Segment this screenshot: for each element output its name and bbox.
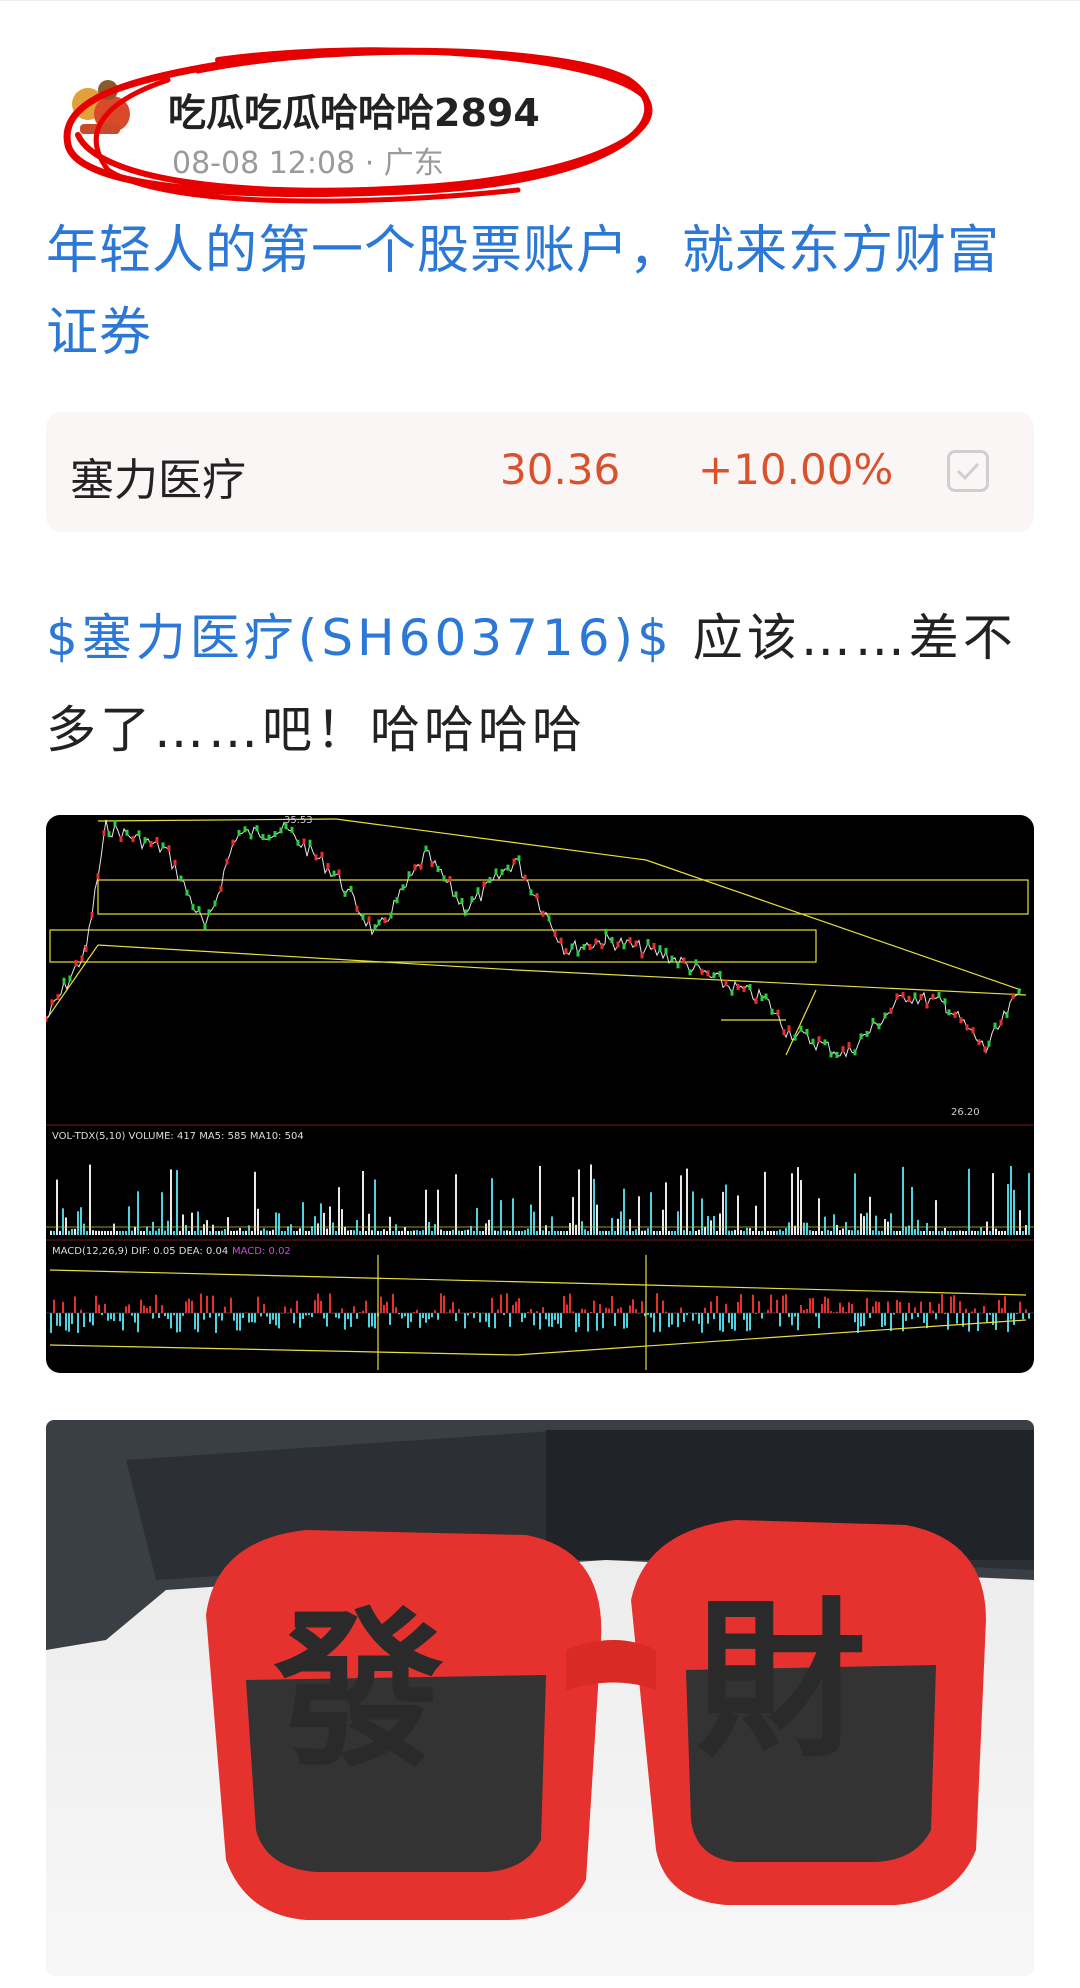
macd-pane [46, 1255, 1034, 1370]
red-glasses-photo[interactable]: 發 財 [46, 1420, 1034, 1976]
high-price-label: 35.53 [284, 815, 313, 826]
stock-chart-image[interactable]: VOL-TDX(5,10) VOLUME: 417 MA5: 585 MA10:… [46, 815, 1034, 1373]
stock-price: 30.36 [500, 445, 621, 494]
svg-text:發: 發 [273, 1591, 444, 1791]
post-header: 吃瓜吃瓜哈哈哈2894 08-08 12:08 · 广东 [48, 40, 1048, 204]
check-icon [956, 462, 980, 481]
price-pane [46, 818, 1029, 1058]
username[interactable]: 吃瓜吃瓜哈哈哈2894 [168, 82, 540, 137]
vol-label: VOL-TDX(5,10) VOLUME: 417 MA5: 585 MA10:… [52, 1131, 304, 1142]
post-body: $塞力医疗(SH603716)$ 应该……差不多了……吧！哈哈哈哈 [46, 592, 1036, 776]
ad-link[interactable]: 年轻人的第一个股票账户，就来东方财富证券 [46, 210, 1036, 374]
volume-pane [46, 1164, 1034, 1235]
post-meta: 08-08 12:08 · 广东 [172, 146, 444, 181]
add-watchlist-checkbox[interactable] [947, 450, 989, 492]
stock-tag-link[interactable]: $塞力医疗(SH603716)$ [46, 609, 673, 667]
svg-text:財: 財 [696, 1581, 866, 1781]
top-divider [0, 0, 1080, 1]
macd-label: MACD(12,26,9) DIF: 0.05 DEA: 0.04 [52, 1246, 228, 1257]
stock-card[interactable]: 塞力医疗 30.36 +10.00% [46, 412, 1034, 532]
avatar[interactable] [62, 68, 142, 148]
stock-change: +10.00% [698, 445, 894, 494]
macd-value: MACD: 0.02 [232, 1246, 291, 1257]
stock-name: 塞力医疗 [70, 455, 246, 506]
low-price-label: 26.20 [951, 1107, 980, 1118]
